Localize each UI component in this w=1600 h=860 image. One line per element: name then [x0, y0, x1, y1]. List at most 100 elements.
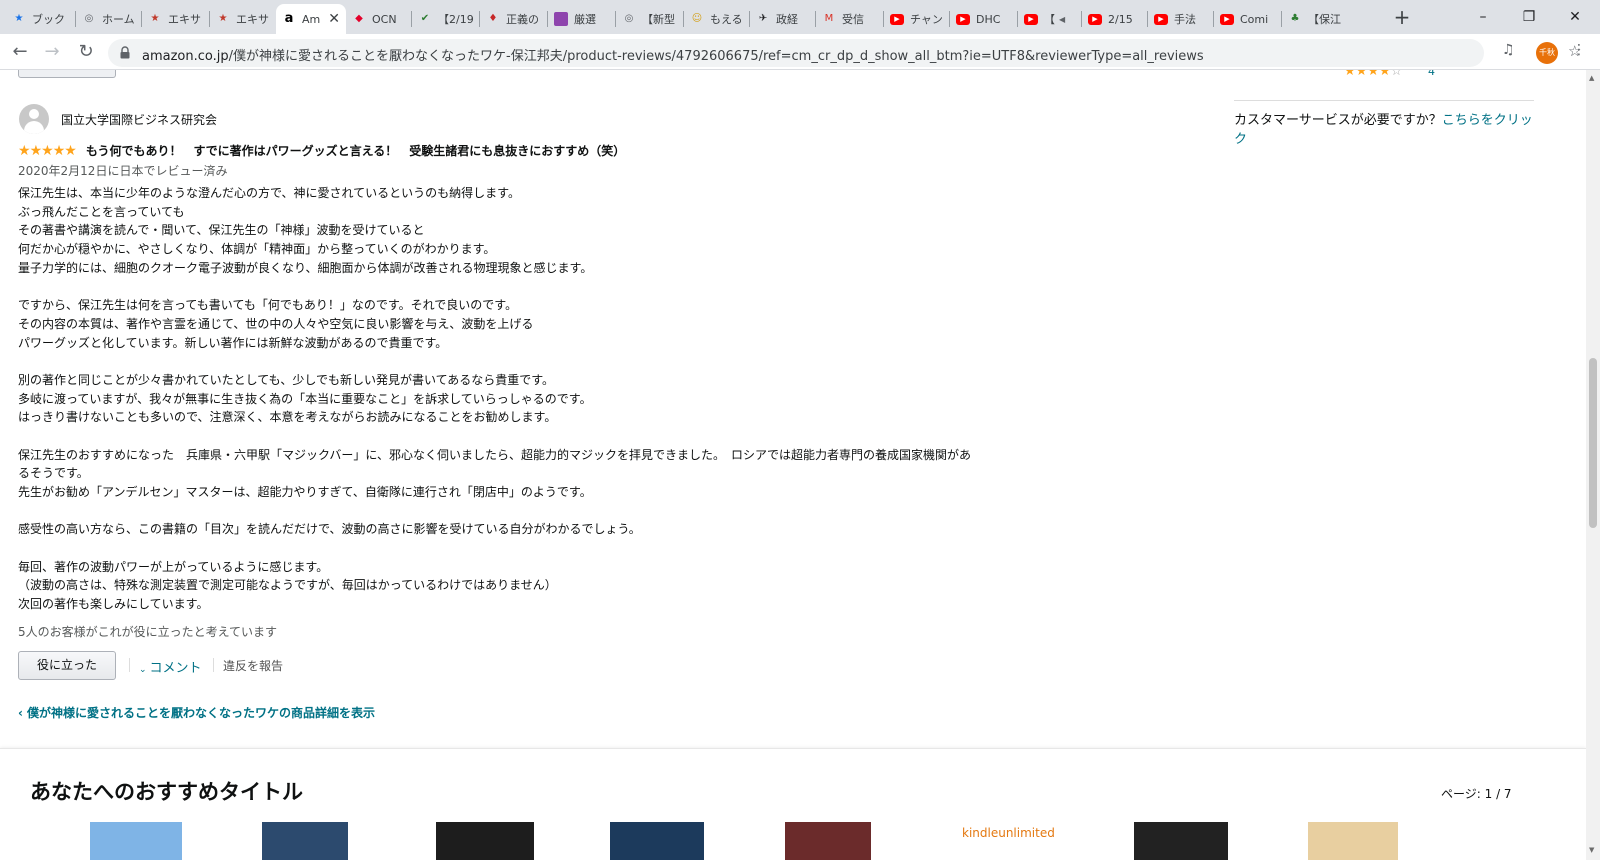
avatar — [19, 104, 49, 134]
address-bar[interactable]: amazon.co.jp/僕が神様に愛されることを厭わなくなったワケ-保江邦夫/… — [108, 39, 1581, 67]
helpful-count: 5人のお客様がこれが役に立ったと考えています — [18, 625, 278, 639]
browser-tab[interactable]: ◎ ホーム — [76, 4, 142, 34]
reload-icon[interactable]: ↻ — [74, 40, 98, 64]
square-icon — [554, 12, 568, 26]
youtube-icon: ▶ — [1024, 13, 1038, 25]
browser-tab[interactable]: ▶ DHC — [950, 4, 1018, 34]
close-tab-icon[interactable]: ✕ — [328, 11, 340, 27]
reviewer-profile[interactable]: 国立大学国際ビジネス研究会 — [19, 104, 217, 134]
review-title[interactable]: もう何でもあり！ すでに著作はパワーグッズと言える！ 受験生諸君にも息抜きにおす… — [86, 142, 625, 159]
restore-button[interactable]: ❐ — [1506, 2, 1552, 32]
book-cover[interactable]: kindleunlimited — [962, 822, 1055, 860]
book-cover[interactable] — [610, 822, 704, 860]
reviewer-name[interactable]: 国立大学国際ビジネス研究会 — [61, 111, 217, 128]
report-abuse-link[interactable]: 違反を報告 — [223, 657, 283, 674]
book-cover[interactable] — [1308, 822, 1398, 860]
minimize-button[interactable]: – — [1460, 2, 1506, 32]
browser-tab[interactable]: M 受信 — [816, 4, 884, 34]
star-icon: ★ — [1367, 70, 1379, 79]
profile-avatar[interactable]: 千秋 — [1536, 42, 1558, 64]
book-cover[interactable] — [1134, 822, 1228, 860]
browser-tab[interactable]: ✔ 【2/19 — [412, 4, 480, 34]
scroll-up-arrow-icon[interactable]: ▲ — [1589, 74, 1594, 82]
excite-icon: ★ — [150, 13, 160, 24]
browser-toolbar: ← → ↻ amazon.co.jp/僕が神様に愛されることを厭わなくなったワケ… — [0, 34, 1600, 70]
tab-title: 2/15 — [1108, 12, 1133, 26]
youtube-icon: ▶ — [1220, 13, 1234, 25]
tab-strip: + – ❐ ✕ ★ ブック ◎ ホーム ★ エキサ ★ エキサ a Ama ✕ ◆ OCN ✔ 【2/19 ♦… — [0, 0, 1600, 34]
browser-tab[interactable]: ★ エキサ — [142, 4, 210, 34]
youtube-icon: ▶ — [890, 13, 904, 25]
helpful-button[interactable]: 役に立った — [18, 651, 116, 680]
tab-title: エキサ — [236, 13, 269, 26]
browser-tab[interactable]: ✈ 政経 — [750, 4, 816, 34]
book-cover[interactable] — [262, 822, 348, 860]
browser-tab[interactable]: ★ エキサ — [210, 4, 276, 34]
review-text-line: 先生がお勧め「アンデルセン」マスターは、超能力やりすぎて、自衛隊に連行され「閉店… — [18, 485, 592, 499]
browser-tab[interactable]: a Ama ✕ — [276, 4, 346, 34]
review-text-line: 毎回、著作の波動パワーが上がっているように感じます。 — [18, 559, 329, 574]
close-window-button[interactable]: ✕ — [1552, 2, 1598, 32]
tab-title: 厳選 — [574, 13, 596, 26]
scrollbar-thumb[interactable] — [1589, 358, 1597, 528]
browser-tab[interactable]: ♦ 正義の — [480, 4, 548, 34]
star-icon: ★ — [1344, 70, 1356, 79]
star-icon: ★ — [1378, 70, 1391, 79]
review-text-line: ですから、保江先生は何を言っても書いても「何でもあり！」なのです。それで良いので… — [18, 298, 518, 313]
speaker-icon[interactable]: ◀ — [1059, 15, 1065, 24]
review-text-line: その内容の本質は、著作や言霊を通じて、世の中の人々や空気に良い影響を与え、波動を… — [18, 316, 534, 331]
browser-tab[interactable]: ▶ 【 ◀ — [1018, 4, 1082, 34]
tab-title: ホーム — [102, 13, 135, 26]
tab-title: Comi — [1240, 12, 1269, 26]
review-text-line — [18, 277, 1048, 296]
media-control-icon[interactable]: ♫ — [1502, 42, 1515, 58]
vertical-scrollbar[interactable]: ▲ ▼ — [1586, 70, 1600, 860]
browser-tab[interactable]: ♣ 【保江 — [1282, 4, 1348, 34]
review-star-rating: ★ ★ ★ ★ ★ — [18, 144, 77, 158]
tab-title: 【保江 — [1308, 13, 1341, 26]
tab-title: 正義の — [506, 13, 539, 26]
review-text-line: 保江先生は、本当に少年のような澄んだ心の方で、神に愛されているというのも納得しま… — [18, 186, 520, 200]
browser-tab[interactable]: ◎ 【新型 — [616, 4, 684, 34]
book-cover[interactable] — [785, 822, 871, 860]
browser-tab[interactable]: ▶ 手法 — [1148, 4, 1214, 34]
tab-title: 【新型 — [642, 13, 675, 26]
tab-title: OCN — [372, 12, 397, 26]
scroll-down-arrow-icon[interactable]: ▼ — [1589, 846, 1594, 854]
globe-icon: ◎ — [84, 13, 94, 24]
figure-icon: ♦ — [488, 13, 498, 24]
browser-tab[interactable]: ★ ブック — [6, 4, 76, 34]
product-details-link[interactable]: ‹ 僕が神様に愛されることを厭わなくなったワケの商品詳細を表示 — [18, 704, 375, 721]
review-text-line: 保江先生のおすすめになった 兵庫県・六甲駅「マジックバー」に、邪心なく伺いました… — [18, 447, 972, 462]
back-arrow-icon[interactable]: ← — [8, 40, 32, 64]
review-text-line — [18, 427, 1048, 446]
character-icon: ☺ — [691, 13, 703, 24]
review-text-line — [18, 352, 1048, 371]
review-date: 2020年2月12日に日本でレビュー済み — [18, 164, 228, 178]
customer-service-prompt: カスタマーサービスが必要ですか？こちらをクリック — [1234, 111, 1534, 149]
browser-tab[interactable]: ◆ OCN — [346, 4, 412, 34]
browser-tab[interactable]: ▶ 2/15 — [1082, 4, 1148, 34]
book-cover[interactable] — [436, 822, 534, 860]
browser-tab[interactable]: ▶ Comi — [1214, 4, 1282, 34]
chevron-down-icon: ⌄ — [139, 665, 147, 675]
tab-title: DHC — [976, 12, 1001, 26]
previous-helpful-button[interactable] — [18, 70, 116, 78]
customer-service-text: カスタマーサービスが必要ですか？ — [1234, 113, 1442, 128]
sidebar-rating-count[interactable]: 4 — [1428, 70, 1435, 78]
browser-tab[interactable]: 厳選 — [548, 4, 616, 34]
browser-tab[interactable]: ☺ もえる — [684, 4, 750, 34]
recommendations-title: あなたへのおすすめタイトル — [30, 780, 303, 804]
review-text-line: るそうです。 — [18, 466, 89, 481]
chevron-left-icon: ‹ — [18, 706, 23, 720]
globe-icon: ◎ — [624, 13, 634, 24]
book-cover[interactable] — [90, 822, 182, 860]
comment-link[interactable]: ⌄ コメント — [139, 657, 202, 676]
tab-title: もえる — [710, 13, 743, 26]
menu-icon[interactable]: ⋮ — [1572, 42, 1586, 58]
new-tab-button[interactable]: + — [1390, 6, 1414, 30]
forward-arrow-icon[interactable]: → — [40, 40, 64, 64]
tab-title: Ama — [302, 12, 321, 26]
browser-tab[interactable]: ▶ チャン — [884, 4, 950, 34]
review-text-line: 感受性の高い方なら、この書籍の「目次」を読んだだけで、波動の高さに影響を受けてい… — [18, 522, 641, 537]
